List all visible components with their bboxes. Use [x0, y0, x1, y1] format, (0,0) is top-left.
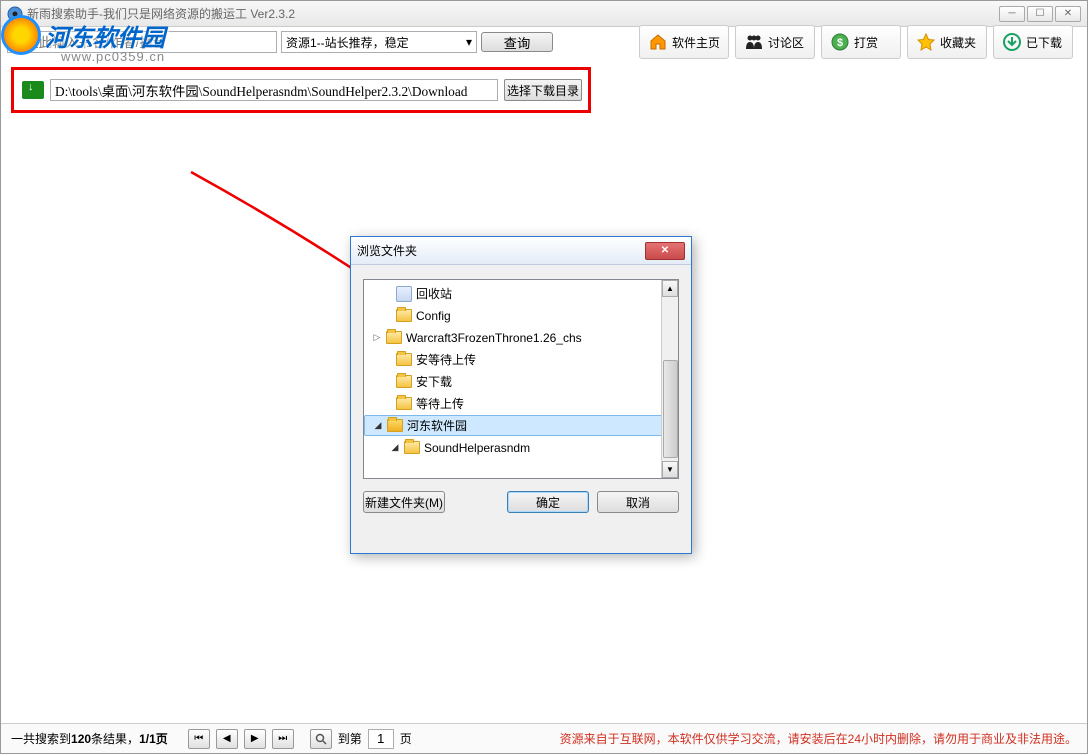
titlebar: 新雨搜索助手-我们只是网络资源的搬运工 Ver2.3.2 ─ ☐ ✕ — [1, 1, 1087, 27]
window-title: 新雨搜索助手-我们只是网络资源的搬运工 Ver2.3.2 — [27, 5, 295, 22]
folder-icon — [396, 309, 412, 322]
tree-item[interactable]: 安下载 — [364, 372, 678, 391]
last-page-button[interactable]: ⏭ — [272, 729, 294, 749]
query-button[interactable]: 查询 — [481, 32, 553, 52]
donate-button[interactable]: $ 打赏 — [821, 25, 901, 59]
tree-item[interactable]: Config — [364, 306, 678, 325]
dialog-title-text: 浏览文件夹 — [357, 242, 417, 259]
app-icon — [7, 6, 23, 22]
expand-icon[interactable]: ▷ — [372, 332, 382, 343]
folder-open-icon — [387, 419, 403, 432]
minimize-button[interactable]: ─ — [999, 6, 1025, 22]
cancel-button[interactable]: 取消 — [597, 491, 679, 513]
dialog-titlebar[interactable]: 浏览文件夹 ✕ — [351, 237, 691, 265]
goto-prefix: 到第 — [338, 730, 362, 747]
collapse-icon[interactable]: ◢ — [373, 420, 383, 431]
star-icon — [916, 32, 936, 52]
disclaimer-text: 资源来自于互联网，本软件仅供学习交流，请安装后在24小时内删除，请勿用于商业及非… — [560, 730, 1077, 747]
nav-forum-label: 讨论区 — [768, 34, 804, 51]
recycle-bin-icon — [396, 286, 412, 302]
nav-favorites-label: 收藏夹 — [940, 34, 976, 51]
page-number-input[interactable] — [368, 729, 394, 749]
scroll-thumb[interactable] — [663, 360, 678, 458]
tree-item[interactable]: ◢SoundHelperasndm — [364, 438, 678, 457]
statusbar: 一共搜索到120条结果，1/1页 ⏮ ◀ ▶ ⏭ 到第 页 资源来自于互联网，本… — [1, 723, 1087, 753]
folder-icon — [396, 353, 412, 366]
tree-item[interactable]: 等待上传 — [364, 394, 678, 413]
home-icon — [648, 32, 668, 52]
favorites-button[interactable]: 收藏夹 — [907, 25, 987, 59]
goto-suffix: 页 — [400, 730, 412, 747]
scroll-up-button[interactable]: ▲ — [662, 280, 678, 297]
source-select[interactable]: 资源1--站长推荐，稳定 ▾ — [281, 31, 477, 53]
dialog-close-button[interactable]: ✕ — [645, 242, 685, 260]
download-icon — [1002, 32, 1022, 52]
new-folder-button[interactable]: 新建文件夹(M) — [363, 491, 445, 513]
nav-donate-label: 打赏 — [854, 34, 878, 51]
source-selected-label: 资源1--站长推荐，稳定 — [286, 34, 409, 51]
scrollbar[interactable]: ▲ ▼ — [661, 280, 678, 478]
tree-item[interactable]: 安等待上传 — [364, 350, 678, 369]
tree-item-selected[interactable]: ◢河东软件园 — [364, 415, 678, 436]
collapse-icon[interactable]: ◢ — [390, 442, 400, 453]
next-page-button[interactable]: ▶ — [244, 729, 266, 749]
browse-folder-dialog: 浏览文件夹 ✕ 回收站 Config ▷Warcraft3FrozenThron… — [350, 236, 692, 554]
ok-button[interactable]: 确定 — [507, 491, 589, 513]
first-page-button[interactable]: ⏮ — [188, 729, 210, 749]
prev-page-button[interactable]: ◀ — [216, 729, 238, 749]
folder-tree: 回收站 Config ▷Warcraft3FrozenThrone1.26_ch… — [363, 279, 679, 479]
nav-downloaded-label: 已下载 — [1026, 34, 1062, 51]
folder-icon — [386, 331, 402, 344]
folder-icon — [396, 397, 412, 410]
folder-icon — [396, 375, 412, 388]
close-button[interactable]: ✕ — [1055, 6, 1081, 22]
forum-button[interactable]: 讨论区 — [735, 25, 815, 59]
svg-text:$: $ — [837, 37, 843, 49]
tree-item[interactable]: ▷Warcraft3FrozenThrone1.26_chs — [364, 328, 678, 347]
downloaded-button[interactable]: 已下载 — [993, 25, 1073, 59]
maximize-button[interactable]: ☐ — [1027, 6, 1053, 22]
people-icon — [744, 32, 764, 52]
scroll-down-button[interactable]: ▼ — [662, 461, 678, 478]
folder-icon — [404, 441, 420, 454]
content-area: 浏览文件夹 ✕ 回收站 Config ▷Warcraft3FrozenThron… — [1, 57, 1087, 723]
results-text: 一共搜索到120条结果，1/1页 — [11, 730, 168, 747]
money-icon: $ — [830, 32, 850, 52]
goto-page-button[interactable] — [310, 729, 332, 749]
tree-item-recycle[interactable]: 回收站 — [364, 284, 678, 303]
nav-home-label: 软件主页 — [672, 34, 720, 51]
home-button[interactable]: 软件主页 — [639, 25, 729, 59]
chevron-down-icon: ▾ — [466, 35, 472, 49]
